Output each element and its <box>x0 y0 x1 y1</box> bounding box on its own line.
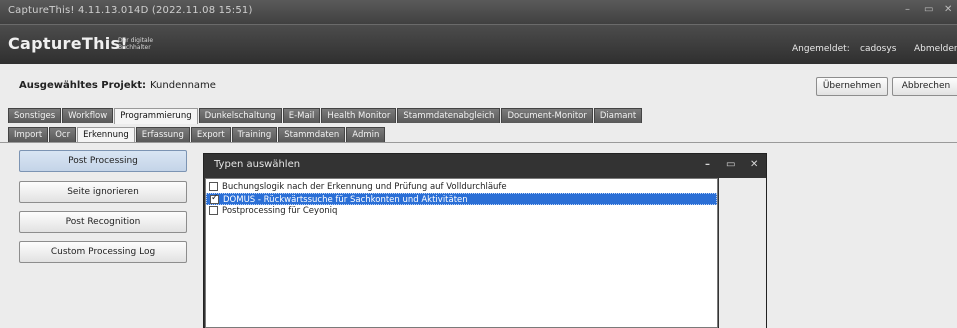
tab-document-monitor[interactable]: Document-Monitor <box>501 108 593 123</box>
dialog-title: Typen auswählen <box>214 159 301 170</box>
login-user: cadosys <box>860 44 897 54</box>
window-title: CaptureThis! 4.11.13.014D (2022.11.08 15… <box>8 5 253 16</box>
tab-export[interactable]: Export <box>190 127 231 142</box>
cancel-button[interactable]: Abbrechen <box>892 77 957 96</box>
app-logo: CaptureThis! <box>8 34 128 53</box>
dialog-maximize-icon[interactable]: ▭ <box>726 159 735 170</box>
maximize-icon[interactable]: ▭ <box>924 4 933 15</box>
tab-programmierung[interactable]: Programmierung <box>114 108 198 124</box>
project-label: Ausgewähltes Projekt: <box>19 80 147 91</box>
tab-ocr[interactable]: Ocr <box>49 127 77 142</box>
app-logo-subtitle: Der digitale Buchhalter <box>118 37 154 51</box>
list-item[interactable]: ✓ DOMUS - Rückwärtssuche für Sachkonten … <box>206 193 717 205</box>
list-item-label: Postprocessing für Ceyoniq <box>222 206 338 216</box>
list-item[interactable]: Postprocessing für Ceyoniq <box>206 205 717 217</box>
tab-stammdaten[interactable]: Stammdaten <box>278 127 346 142</box>
list-item[interactable]: Buchungslogik nach der Erkennung und Prü… <box>206 181 717 193</box>
apply-button[interactable]: Übernehmen <box>816 77 888 96</box>
tab-divider <box>0 142 957 143</box>
tab-erfassung[interactable]: Erfassung <box>135 127 190 142</box>
dialog-side-panel <box>719 178 766 328</box>
window-title-bar: CaptureThis! 4.11.13.014D (2022.11.08 15… <box>0 0 957 24</box>
custom-processing-log-button[interactable]: Custom Processing Log <box>19 241 187 263</box>
post-processing-button[interactable]: Post Processing <box>19 150 187 172</box>
app-header: CaptureThis! Der digitale Buchhalter Ang… <box>0 24 957 64</box>
tab-email[interactable]: E-Mail <box>282 108 321 123</box>
project-value: Kundenname <box>150 80 216 91</box>
dialog-close-icon[interactable]: ✕ <box>750 159 758 170</box>
logout-link[interactable]: Abmelden <box>914 44 957 54</box>
tab-sonstiges[interactable]: Sonstiges <box>8 108 62 123</box>
tab-diamant[interactable]: Diamant <box>593 108 643 123</box>
minimize-icon[interactable]: – <box>905 4 910 15</box>
close-icon[interactable]: ✕ <box>944 4 952 15</box>
tab-import[interactable]: Import <box>8 127 49 142</box>
login-label: Angemeldet: <box>792 44 850 54</box>
tab-workflow[interactable]: Workflow <box>62 108 114 123</box>
list-item-label: Buchungslogik nach der Erkennung und Prü… <box>222 182 507 192</box>
sub-tab-bar: Import Ocr Erkennung Erfassung Export Tr… <box>8 127 386 143</box>
tab-training[interactable]: Training <box>231 127 278 142</box>
tab-dunkelschaltung[interactable]: Dunkelschaltung <box>198 108 282 123</box>
seite-ignorieren-button[interactable]: Seite ignorieren <box>19 181 187 203</box>
checkmark-icon: ✓ <box>211 193 219 203</box>
post-recognition-button[interactable]: Post Recognition <box>19 211 187 233</box>
dialog-minimize-icon[interactable]: – <box>705 159 710 170</box>
tab-admin[interactable]: Admin <box>346 127 386 142</box>
checkbox[interactable] <box>209 182 218 191</box>
main-tab-bar: Sonstiges Workflow Programmierung Dunkel… <box>8 108 643 124</box>
tab-erkennung[interactable]: Erkennung <box>77 127 135 143</box>
tab-health-monitor[interactable]: Health Monitor <box>321 108 397 123</box>
checkbox[interactable] <box>209 206 218 215</box>
tab-stammdatenabgleich[interactable]: Stammdatenabgleich <box>397 108 501 123</box>
type-checklist: Buchungslogik nach der Erkennung und Prü… <box>205 178 718 328</box>
checkbox[interactable]: ✓ <box>210 193 219 204</box>
